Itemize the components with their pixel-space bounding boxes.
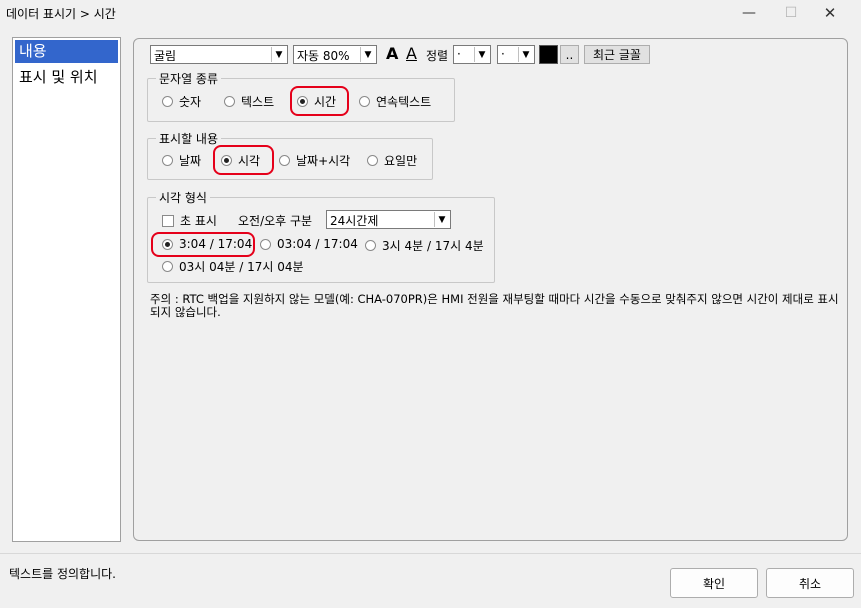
highlight-mark [213,145,274,175]
font-size-value: 자동 80% [297,49,350,63]
chevron-down-icon: ▼ [434,212,449,227]
color-swatch[interactable] [539,45,558,64]
rtc-note: 주의 : RTC 백업을 지원하지 않는 모델(예: CHA-070PR)은 H… [150,292,839,319]
radio-date-label: 날짜 [179,154,202,168]
chevron-down-icon: ▼ [360,47,375,62]
radio-weekday-only-label: 요일만 [384,154,418,168]
radio-format-3[interactable]: 3시 4분 / 17시 4분 [365,237,484,254]
footer-divider [0,553,861,554]
align-label: 정렬 [426,49,449,63]
ampm-select-value: 24시간제 [330,214,379,228]
radio-dot [359,96,370,107]
string-type-legend: 문자열 종류 [156,70,222,87]
radio-format-2[interactable]: 03:04 / 17:04 [260,237,358,251]
show-seconds-label: 초 표시 [180,214,217,228]
radio-weekday-only[interactable]: 요일만 [367,152,417,169]
minimize-icon[interactable]: — [729,0,769,26]
ampm-select[interactable]: 24시간제 ▼ [326,210,451,229]
nav-item-display-position[interactable]: 표시 및 위치 [15,66,118,89]
close-icon[interactable]: ✕ [810,0,850,26]
chevron-down-icon: ▼ [474,47,489,62]
align-vertical-select[interactable]: · ▼ [497,45,535,64]
radio-format-4-label: 03시 04분 / 17시 04분 [179,260,304,274]
ampm-label: 오전/오후 구분 [238,214,313,228]
radio-dot [162,96,173,107]
maximize-icon[interactable]: ☐ [771,0,811,26]
radio-date[interactable]: 날짜 [162,152,201,169]
align-horizontal-value: · [457,47,461,61]
color-more-button[interactable]: .. [560,45,579,64]
highlight-mark [151,232,255,257]
radio-dot [279,155,290,166]
cancel-button[interactable]: 취소 [766,568,854,598]
radio-dot [367,155,378,166]
checkbox-box [162,214,174,227]
radio-text[interactable]: 텍스트 [224,93,274,110]
radio-dot [162,155,173,166]
radio-number[interactable]: 숫자 [162,93,201,110]
radio-continuous-text[interactable]: 연속텍스트 [359,93,431,110]
radio-format-3-label: 3시 4분 / 17시 4분 [382,239,484,253]
align-vertical-value: · [501,47,505,61]
title-bar: 데이터 표시기 > 시간 — ☐ ✕ [0,0,861,26]
align-horizontal-select[interactable]: · ▼ [453,45,491,64]
nav-item-content[interactable]: 내용 [15,40,118,63]
radio-dot [224,96,235,107]
nav-list: 내용 표시 및 위치 [12,37,121,542]
status-text: 텍스트를 정의합니다. [9,567,116,581]
radio-date-time-label: 날짜+시각 [296,154,351,168]
highlight-mark [290,86,349,116]
font-shrink-button[interactable]: A [406,44,417,63]
radio-date-time[interactable]: 날짜+시각 [279,152,350,169]
chevron-down-icon: ▼ [271,47,286,62]
radio-dot [162,261,173,272]
radio-dot [260,238,271,250]
radio-dot [365,240,376,251]
window-title: 데이터 표시기 > 시간 [6,7,116,21]
font-select[interactable]: 굴림 ▼ [150,45,288,64]
radio-format-2-label: 03:04 / 17:04 [277,237,358,251]
recent-fonts-button[interactable]: 최근 글꼴 [584,45,650,64]
radio-format-4[interactable]: 03시 04분 / 17시 04분 [162,258,304,275]
display-content-legend: 표시할 내용 [156,130,222,147]
show-seconds-checkbox[interactable]: 초 표시 [162,212,217,229]
font-size-select[interactable]: 자동 80% ▼ [293,45,377,64]
chevron-down-icon: ▼ [518,47,533,62]
radio-continuous-text-label: 연속텍스트 [376,95,432,109]
time-format-legend: 시각 형식 [156,189,210,206]
radio-number-label: 숫자 [179,95,202,109]
font-select-value: 굴림 [154,49,177,63]
radio-text-label: 텍스트 [241,95,275,109]
font-grow-button[interactable]: A [386,44,398,63]
ok-button[interactable]: 확인 [670,568,758,598]
